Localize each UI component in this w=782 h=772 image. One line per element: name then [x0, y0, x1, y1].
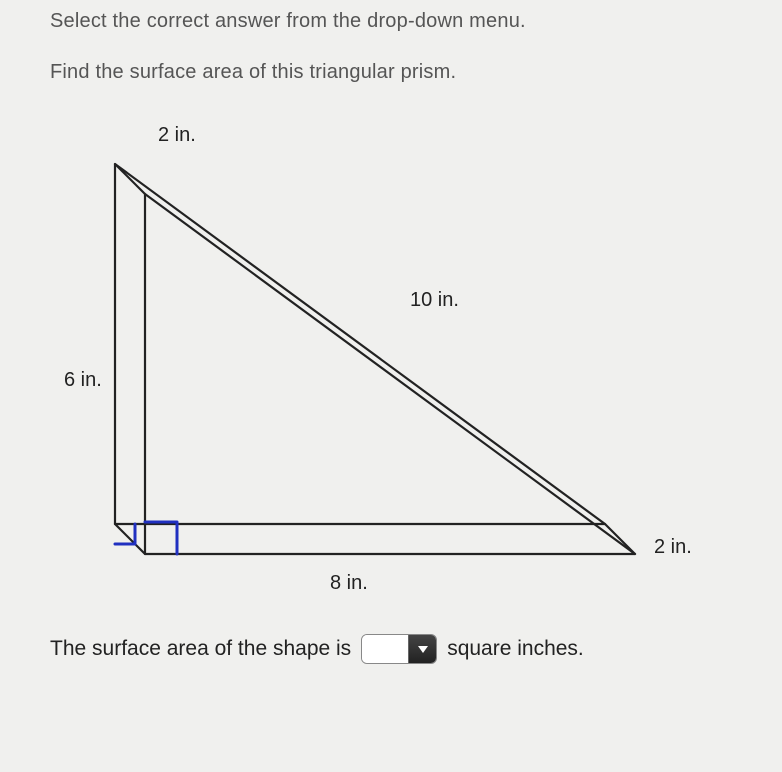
prism-svg — [50, 124, 690, 604]
label-right-depth: 2 in. — [654, 536, 692, 559]
chevron-down-icon — [417, 644, 429, 654]
instruction-text: Select the correct answer from the drop-… — [50, 10, 732, 33]
label-hypotenuse: 10 in. — [410, 289, 459, 312]
prompt-text: Find the surface area of this triangular… — [50, 61, 732, 84]
dropdown-toggle[interactable] — [408, 635, 436, 663]
prism-figure: 2 in. 6 in. 10 in. 2 in. 8 in. — [50, 124, 690, 604]
answer-dropdown[interactable] — [361, 634, 437, 664]
label-top-depth: 2 in. — [158, 124, 196, 147]
label-base: 8 in. — [330, 572, 368, 595]
answer-sentence: The surface area of the shape is square … — [50, 634, 732, 664]
answer-prefix: The surface area of the shape is — [50, 637, 351, 661]
answer-suffix: square inches. — [447, 637, 584, 661]
label-height: 6 in. — [64, 369, 102, 392]
dropdown-value — [362, 635, 408, 663]
